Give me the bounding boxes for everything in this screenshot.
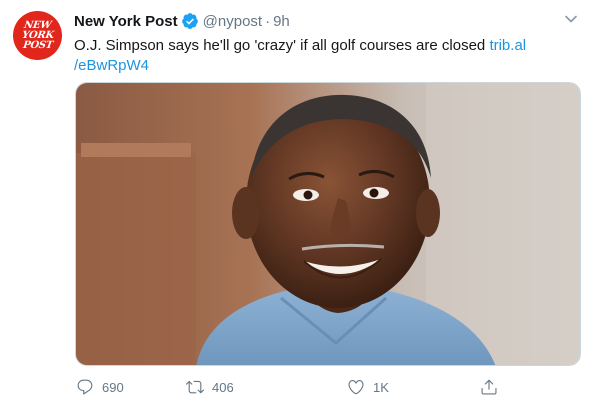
- tweet-card[interactable]: NEW YORK POST New York Post @nypost · 9h…: [0, 0, 598, 408]
- reply-icon: [77, 379, 93, 395]
- chevron-down-icon[interactable]: [564, 12, 578, 26]
- tweet-text: O.J. Simpson says he'll go 'crazy' if al…: [74, 36, 564, 76]
- like-count: 1K: [373, 379, 389, 395]
- share-button[interactable]: [480, 378, 506, 396]
- verified-badge-icon: [181, 12, 199, 30]
- reply-count: 690: [102, 379, 124, 395]
- tweet-body: O.J. Simpson says he'll go 'crazy' if al…: [74, 37, 490, 54]
- tweet-header: New York Post @nypost · 9h: [74, 11, 290, 31]
- avatar-line-2: YORK: [20, 29, 55, 41]
- like-button[interactable]: 1K: [347, 378, 389, 396]
- share-icon: [481, 379, 497, 395]
- media-photo: [76, 83, 580, 365]
- tweet-media-image[interactable]: [75, 82, 581, 366]
- like-icon: [348, 380, 364, 395]
- avatar-line-3: POST: [21, 39, 54, 51]
- avatar[interactable]: NEW YORK POST: [13, 11, 62, 60]
- retweet-icon: [186, 380, 204, 394]
- reply-button[interactable]: 690: [76, 378, 124, 396]
- tweet-link-part-1: trib.al: [489, 37, 527, 54]
- separator-dot: ·: [265, 12, 271, 30]
- retweet-button[interactable]: 406: [186, 378, 234, 396]
- account-handle[interactable]: @nypost: [203, 13, 262, 30]
- tweet-actions: 690 406 1K: [74, 376, 504, 400]
- avatar-line-1: NEW: [23, 19, 52, 31]
- tweet-link-part-2: /eBwRpW4: [74, 57, 150, 74]
- retweet-count: 406: [212, 379, 234, 395]
- account-name[interactable]: New York Post: [74, 13, 178, 30]
- tweet-timestamp[interactable]: 9h: [273, 13, 290, 30]
